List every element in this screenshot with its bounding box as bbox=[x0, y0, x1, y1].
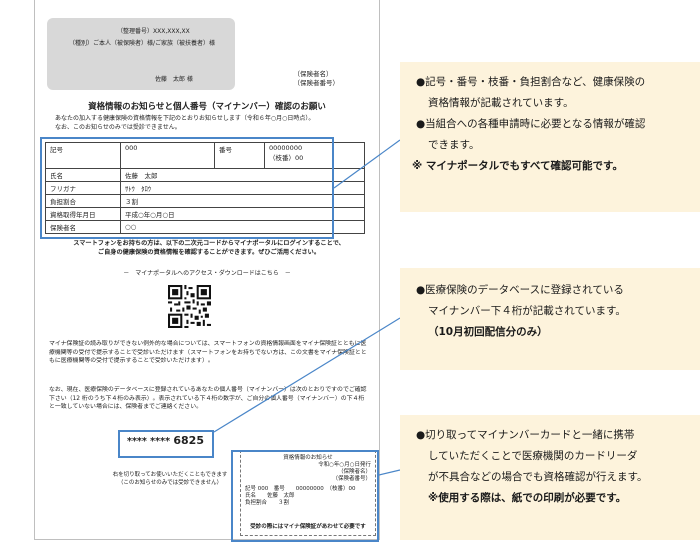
callout-line: できます。 bbox=[428, 139, 480, 151]
callout-line: ●当組合への各種申請時に必要となる情報が確認 bbox=[416, 118, 646, 130]
callout-line: ●記号・番号・枝番・負担割合など、健康保険の bbox=[416, 76, 646, 88]
callout-card-bullet: ●切り取ってマイナンバーカードと一緒に携帯 していただくことで医療機関のカードリ… bbox=[412, 425, 694, 488]
callout-mynumber-note: （10月初回配信分のみ） bbox=[428, 326, 548, 338]
callout-card-note: ※使用する際は、紙での印刷が必要です。 bbox=[428, 492, 627, 504]
callout-line: 資格情報が記載されています。 bbox=[428, 97, 574, 109]
connector-line bbox=[333, 139, 401, 189]
connector-line bbox=[378, 469, 401, 476]
callout-mynumber-bullet: ●医療保険のデータベースに登録されている マイナンバー下４桁が記載されています。 bbox=[412, 280, 692, 322]
callout-info: ●記号・番号・枝番・負担割合など、健康保険の 資格情報が記載されています。 ●当… bbox=[400, 62, 700, 212]
callout-line: が不具合などの場合でも資格確認が行えます。 bbox=[428, 471, 648, 483]
callout-info-note: ※ マイナポータルでもすべて確認可能です。 bbox=[412, 160, 623, 172]
callout-line: ●医療保険のデータベースに登録されている bbox=[416, 284, 624, 296]
callout-line: ●切り取ってマイナンバーカードと一緒に携帯 bbox=[416, 429, 635, 441]
callout-line: マイナンバー下４桁が記載されています。 bbox=[428, 305, 626, 317]
callout-line: していただくことで医療機関のカードリーダ bbox=[428, 450, 638, 462]
callout-card: ●切り取ってマイナンバーカードと一緒に携帯 していただくことで医療機関のカードリ… bbox=[400, 415, 700, 540]
connector-line bbox=[213, 317, 401, 433]
callout-mynumber: ●医療保険のデータベースに登録されている マイナンバー下４桁が記載されています。… bbox=[400, 268, 700, 370]
callout-info-bullet-2: ●当組合への各種申請時に必要となる情報が確認 できます。 bbox=[412, 114, 692, 156]
callout-info-bullet-1: ●記号・番号・枝番・負担割合など、健康保険の 資格情報が記載されています。 bbox=[412, 72, 692, 114]
